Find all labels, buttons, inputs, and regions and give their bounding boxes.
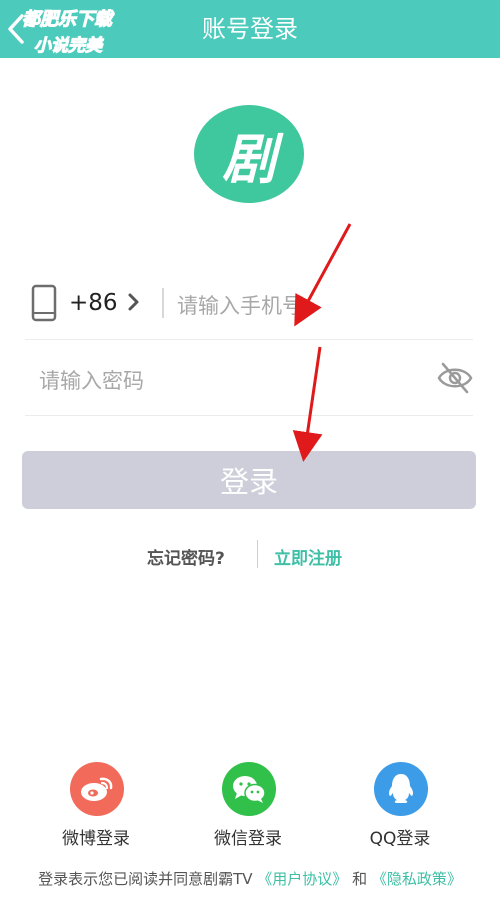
phone-icon (31, 284, 57, 322)
logo-char: 剧 (222, 126, 276, 191)
terms-prefix: 登录表示您已阅读并同意剧霸TV (38, 870, 253, 888)
divider (162, 288, 164, 318)
auth-links: 忘记密码? 立即注册 (0, 540, 500, 570)
user-agreement-link[interactable]: 《用户协议》 (257, 870, 347, 888)
wechat-icon (222, 762, 276, 816)
eye-slash-icon[interactable] (437, 361, 473, 395)
qq-icon (374, 762, 428, 816)
forgot-password-link[interactable]: 忘记密码? (147, 544, 225, 569)
country-code[interactable]: +86 (69, 290, 118, 316)
login-button[interactable]: 登录 (22, 451, 476, 509)
wechat-login-button[interactable]: 微信登录 (193, 762, 303, 849)
phone-input-row[interactable]: +86 请输入手机号 (25, 270, 473, 340)
terms-and: 和 (352, 870, 368, 888)
weibo-icon (70, 762, 124, 816)
watermark-text: 都肥乐下载 (22, 9, 113, 30)
weibo-login-label: 微博登录 (62, 829, 130, 849)
password-input[interactable]: 请输入密码 (39, 365, 144, 395)
qq-login-label: QQ登录 (369, 829, 431, 849)
qq-login-button[interactable]: QQ登录 (345, 762, 455, 849)
app-logo: 剧 (194, 105, 304, 203)
privacy-policy-link[interactable]: 《隐私政策》 (372, 870, 462, 888)
password-input-row[interactable]: 请输入密码 (25, 341, 473, 416)
weibo-login-button[interactable]: 微博登录 (41, 762, 151, 849)
wechat-login-label: 微信登录 (214, 829, 282, 849)
terms-notice: 登录表示您已阅读并同意剧霸TV 《用户协议》 和 《隐私政策》 (0, 868, 500, 889)
divider (257, 540, 258, 568)
chevron-right-icon[interactable] (127, 292, 141, 312)
phone-input[interactable]: 请输入手机号 (177, 290, 303, 320)
register-link[interactable]: 立即注册 (274, 544, 342, 569)
header-bar: 账号登录 都肥乐下载 小说完美 (0, 0, 500, 58)
watermark-text-2: 小说完美 (34, 36, 103, 57)
